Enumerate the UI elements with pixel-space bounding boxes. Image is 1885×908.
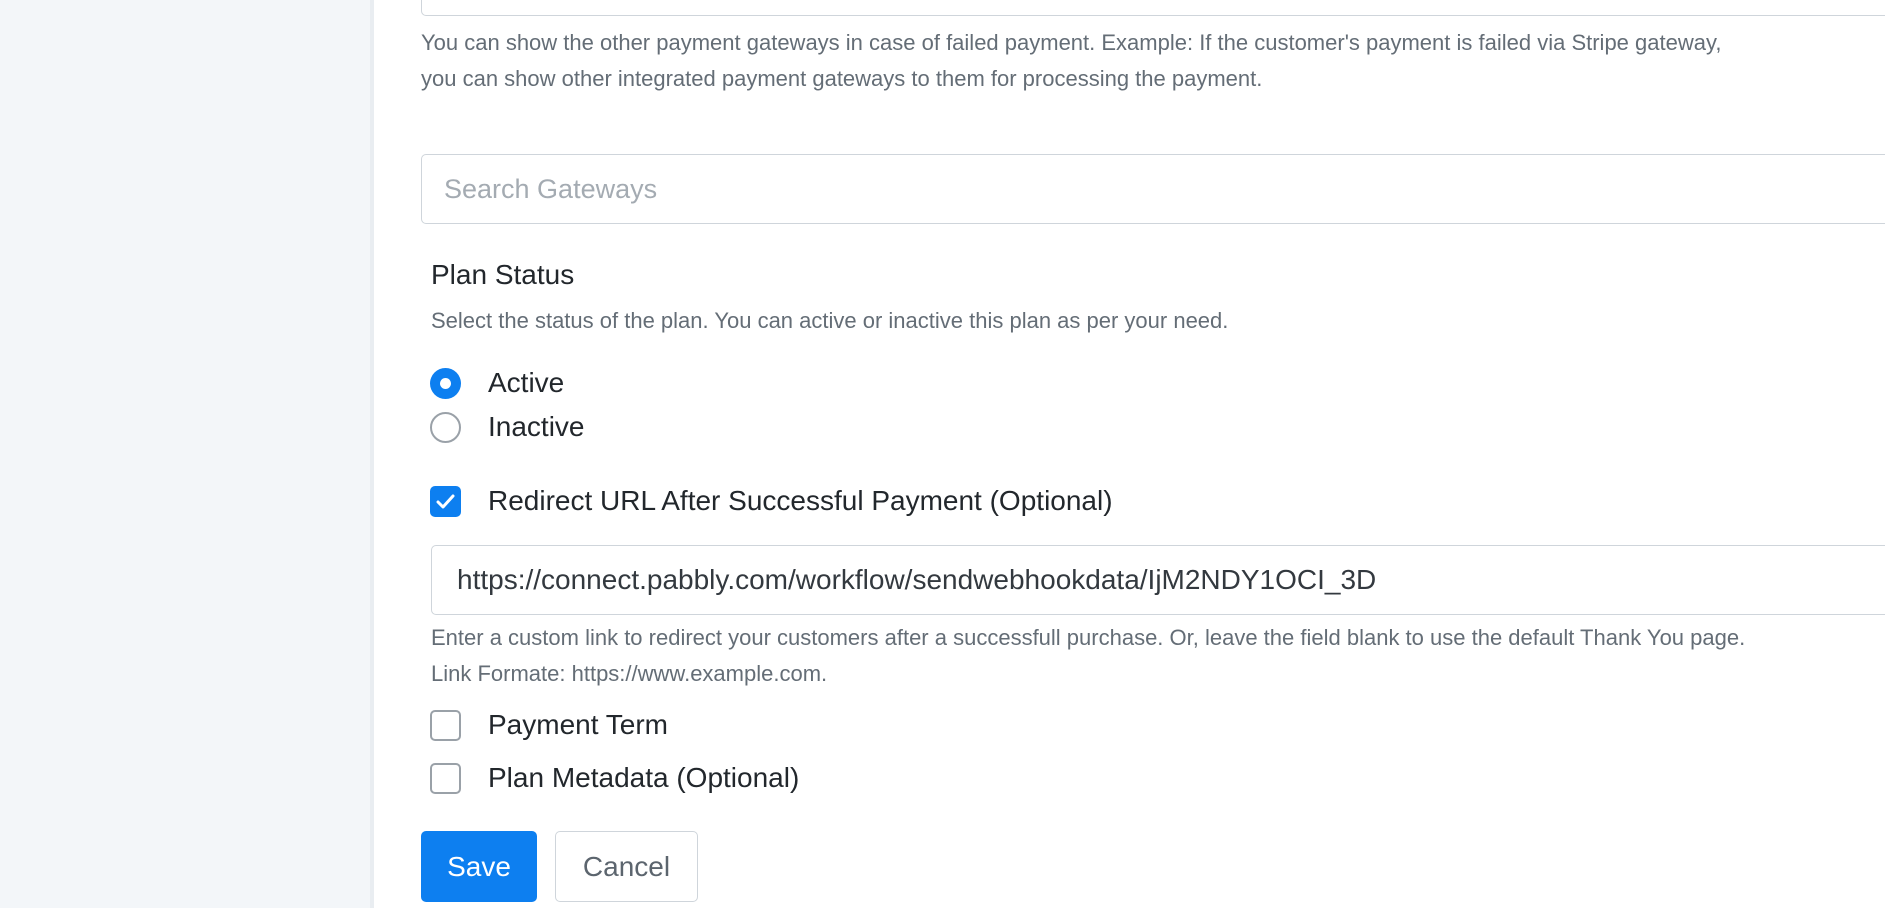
- inactive-radio-label: Inactive: [488, 411, 585, 442]
- gateways-help-line-1: You can show the other payment gateways …: [421, 30, 1722, 55]
- redirect-url-help: Enter a custom link to redirect your cus…: [431, 620, 1881, 692]
- plan-status-description: Select the status of the plan. You can a…: [431, 308, 1229, 333]
- active-radio-label: Active: [488, 367, 565, 398]
- payment-term-label: Payment Term: [488, 709, 668, 740]
- gateways-help-text: You can show the other payment gateways …: [421, 25, 1881, 97]
- cancel-button[interactable]: Cancel: [555, 831, 698, 902]
- plan-metadata-label: Plan Metadata (Optional): [488, 762, 800, 793]
- search-gateways-input[interactable]: [421, 154, 1885, 224]
- check-icon: [436, 494, 455, 508]
- redirect-help-line-2: Link Formate: https://www.example.com.: [431, 661, 828, 686]
- payment-term-option[interactable]: Payment Term: [430, 707, 668, 743]
- redirect-help-line-1: Enter a custom link to redirect your cus…: [431, 625, 1746, 650]
- redirect-url-label: Redirect URL After Successful Payment (O…: [488, 485, 1113, 516]
- plan-metadata-checkbox[interactable]: [430, 762, 461, 794]
- redirect-url-input[interactable]: [431, 545, 1885, 615]
- previous-field-edge: [421, 0, 1885, 16]
- status-option-active[interactable]: Active: [430, 365, 564, 401]
- save-button[interactable]: Save: [421, 831, 537, 902]
- active-radio[interactable]: [430, 367, 461, 399]
- redirect-url-checkbox[interactable]: [430, 485, 461, 517]
- redirect-url-option[interactable]: Redirect URL After Successful Payment (O…: [430, 483, 1113, 519]
- plan-metadata-option[interactable]: Plan Metadata (Optional): [430, 760, 799, 796]
- status-option-inactive[interactable]: Inactive: [430, 409, 585, 445]
- gateways-help-line-2: you can show other integrated payment ga…: [421, 66, 1263, 91]
- sidebar-area: [0, 0, 372, 908]
- plan-status-title: Plan Status: [431, 259, 575, 290]
- inactive-radio[interactable]: [430, 411, 461, 443]
- payment-term-checkbox[interactable]: [430, 709, 461, 741]
